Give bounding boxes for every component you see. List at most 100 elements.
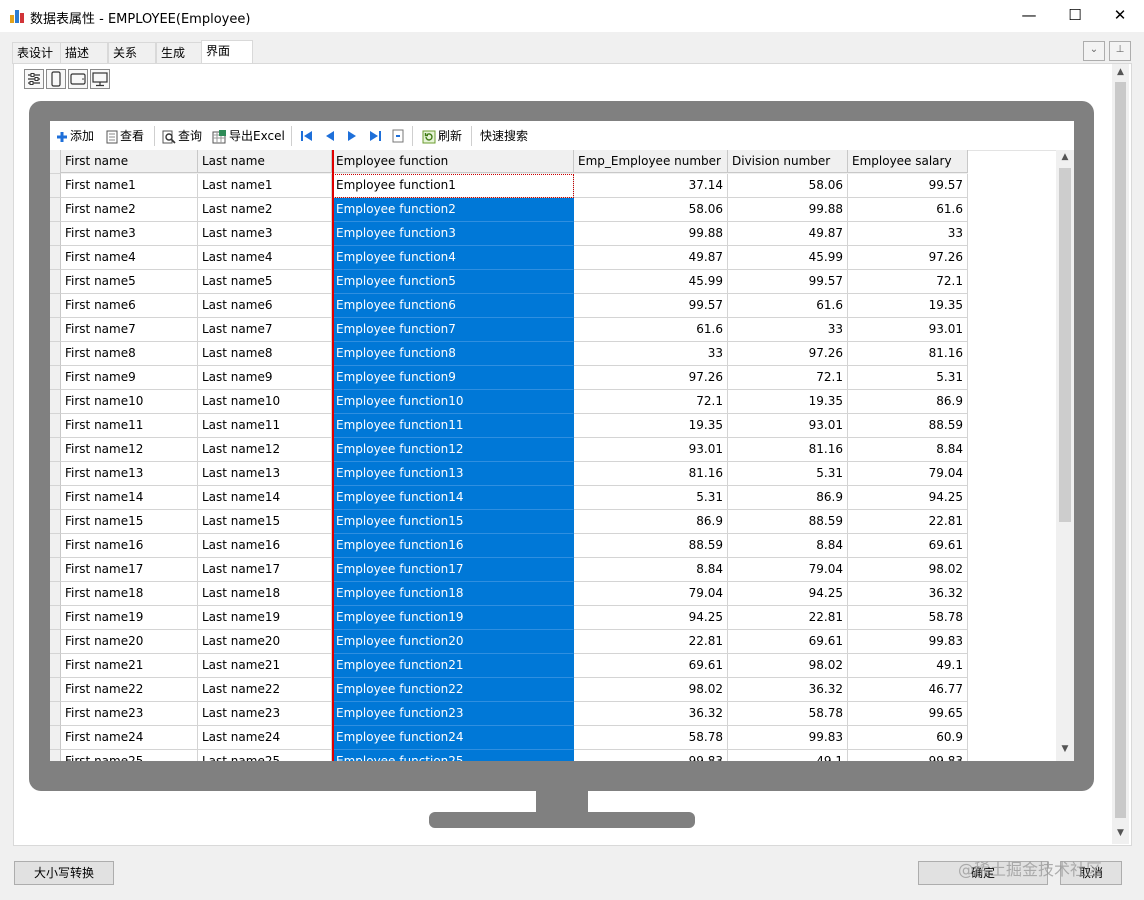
cell-division-number[interactable]: 19.35 — [728, 390, 848, 414]
cell-division-number[interactable]: 93.01 — [728, 414, 848, 438]
last-record-icon[interactable] — [368, 129, 382, 147]
cell-emp-employee-number[interactable]: 99.57 — [574, 294, 728, 318]
cell-division-number[interactable]: 49.1 — [728, 750, 848, 761]
cell-employee-salary[interactable]: 93.01 — [848, 318, 968, 342]
row-header[interactable] — [50, 534, 61, 558]
cell-first-name[interactable]: First name19 — [61, 606, 198, 630]
cell-employee-function[interactable]: Employee function9 — [332, 366, 574, 390]
cell-first-name[interactable]: First name6 — [61, 294, 198, 318]
cell-last-name[interactable]: Last name7 — [198, 318, 332, 342]
cell-last-name[interactable]: Last name1 — [198, 174, 332, 198]
table-row[interactable]: First name11 Last name11 Employee function… — [50, 414, 968, 438]
cell-emp-employee-number[interactable]: 88.59 — [574, 534, 728, 558]
cell-first-name[interactable]: First name1 — [61, 174, 198, 198]
cell-first-name[interactable]: First name16 — [61, 534, 198, 558]
cell-employee-function[interactable]: Employee function2 — [332, 198, 574, 222]
row-header[interactable] — [50, 246, 61, 270]
table-row[interactable]: First name18 Last name18 Employee function… — [50, 582, 968, 606]
cell-emp-employee-number[interactable]: 93.01 — [574, 438, 728, 462]
cell-last-name[interactable]: Last name16 — [198, 534, 332, 558]
cell-employee-salary[interactable]: 88.59 — [848, 414, 968, 438]
row-header[interactable] — [50, 510, 61, 534]
cell-division-number[interactable]: 99.83 — [728, 726, 848, 750]
cell-division-number[interactable]: 36.32 — [728, 678, 848, 702]
cell-division-number[interactable]: 94.25 — [728, 582, 848, 606]
table-row[interactable]: First name12 Last name12 Employee function… — [50, 438, 968, 462]
cell-last-name[interactable]: Last name6 — [198, 294, 332, 318]
desktop-icon[interactable] — [90, 69, 110, 89]
cell-emp-employee-number[interactable]: 37.14 — [574, 174, 728, 198]
table-row[interactable]: First name15 Last name15 Employee function… — [50, 510, 968, 534]
cell-employee-function[interactable]: Employee function24 — [332, 726, 574, 750]
column-header-division-number[interactable]: Division number — [728, 150, 848, 173]
cell-employee-salary[interactable]: 33 — [848, 222, 968, 246]
column-header-employee-function[interactable]: Employee function — [332, 150, 574, 173]
scroll-down-icon[interactable]: ▼ — [1112, 828, 1129, 838]
table-row[interactable]: First name2 Last name2 Employee function2 5… — [50, 198, 968, 222]
cell-employee-function[interactable]: Employee function16 — [332, 534, 574, 558]
tab-relations[interactable]: 关系 — [108, 42, 156, 64]
cell-last-name[interactable]: Last name11 — [198, 414, 332, 438]
cell-division-number[interactable]: 58.06 — [728, 174, 848, 198]
grid-scrollbar[interactable]: ▲ ▼ — [1056, 150, 1074, 761]
cell-division-number[interactable]: 61.6 — [728, 294, 848, 318]
cell-first-name[interactable]: First name12 — [61, 438, 198, 462]
cell-employee-salary[interactable]: 72.1 — [848, 270, 968, 294]
table-row[interactable]: First name8 Last name8 Employee function8 3… — [50, 342, 968, 366]
cell-employee-salary[interactable]: 94.25 — [848, 486, 968, 510]
row-header[interactable] — [50, 390, 61, 414]
cell-emp-employee-number[interactable]: 45.99 — [574, 270, 728, 294]
cell-first-name[interactable]: First name9 — [61, 366, 198, 390]
cell-first-name[interactable]: First name14 — [61, 486, 198, 510]
cell-last-name[interactable]: Last name20 — [198, 630, 332, 654]
cell-employee-function[interactable]: Employee function1 — [332, 174, 574, 198]
row-header[interactable] — [50, 270, 61, 294]
cell-emp-employee-number[interactable]: 8.84 — [574, 558, 728, 582]
scroll-up-icon[interactable]: ▲ — [1056, 152, 1074, 162]
cell-division-number[interactable]: 8.84 — [728, 534, 848, 558]
cell-last-name[interactable]: Last name2 — [198, 198, 332, 222]
tab-generate[interactable]: 生成 — [156, 42, 204, 64]
cell-employee-salary[interactable]: 86.9 — [848, 390, 968, 414]
table-row[interactable]: First name5 Last name5 Employee function5 4… — [50, 270, 968, 294]
cell-employee-salary[interactable]: 69.61 — [848, 534, 968, 558]
cell-employee-function[interactable]: Employee function25 — [332, 750, 574, 761]
column-header-last-name[interactable]: Last name — [198, 150, 332, 173]
cell-emp-employee-number[interactable]: 99.88 — [574, 222, 728, 246]
cell-division-number[interactable]: 22.81 — [728, 606, 848, 630]
table-row[interactable]: First name3 Last name3 Employee function3 9… — [50, 222, 968, 246]
table-row[interactable]: First name1 Last name1 Employee function1 3… — [50, 174, 968, 198]
cell-division-number[interactable]: 98.02 — [728, 654, 848, 678]
cell-last-name[interactable]: Last name21 — [198, 654, 332, 678]
cell-first-name[interactable]: First name25 — [61, 750, 198, 761]
cell-division-number[interactable]: 79.04 — [728, 558, 848, 582]
table-row[interactable]: First name17 Last name17 Employee function… — [50, 558, 968, 582]
cell-employee-salary[interactable]: 97.26 — [848, 246, 968, 270]
cell-division-number[interactable]: 81.16 — [728, 438, 848, 462]
table-row[interactable]: First name25 Last name25 Employee function… — [50, 750, 968, 761]
cell-emp-employee-number[interactable]: 19.35 — [574, 414, 728, 438]
tablet-icon[interactable] — [68, 69, 88, 89]
table-row[interactable]: First name23 Last name23 Employee function… — [50, 702, 968, 726]
cell-emp-employee-number[interactable]: 5.31 — [574, 486, 728, 510]
scroll-down-icon[interactable]: ▼ — [1056, 744, 1074, 754]
refresh-button[interactable]: 刷新 — [422, 127, 462, 145]
cell-last-name[interactable]: Last name3 — [198, 222, 332, 246]
cell-employee-function[interactable]: Employee function18 — [332, 582, 574, 606]
cell-employee-function[interactable]: Employee function15 — [332, 510, 574, 534]
cell-employee-salary[interactable]: 99.65 — [848, 702, 968, 726]
table-row[interactable]: First name7 Last name7 Employee function7 6… — [50, 318, 968, 342]
cell-first-name[interactable]: First name17 — [61, 558, 198, 582]
cell-employee-salary[interactable]: 49.1 — [848, 654, 968, 678]
query-button[interactable]: 查询 — [162, 127, 202, 145]
row-header[interactable] — [50, 414, 61, 438]
tab-table-design[interactable]: 表设计 — [12, 42, 64, 64]
table-row[interactable]: First name13 Last name13 Employee function… — [50, 462, 968, 486]
row-header[interactable] — [50, 726, 61, 750]
cell-emp-employee-number[interactable]: 58.78 — [574, 726, 728, 750]
row-header[interactable] — [50, 318, 61, 342]
cell-employee-function[interactable]: Employee function6 — [332, 294, 574, 318]
cell-emp-employee-number[interactable]: 36.32 — [574, 702, 728, 726]
row-header[interactable] — [50, 678, 61, 702]
cell-employee-function[interactable]: Employee function14 — [332, 486, 574, 510]
